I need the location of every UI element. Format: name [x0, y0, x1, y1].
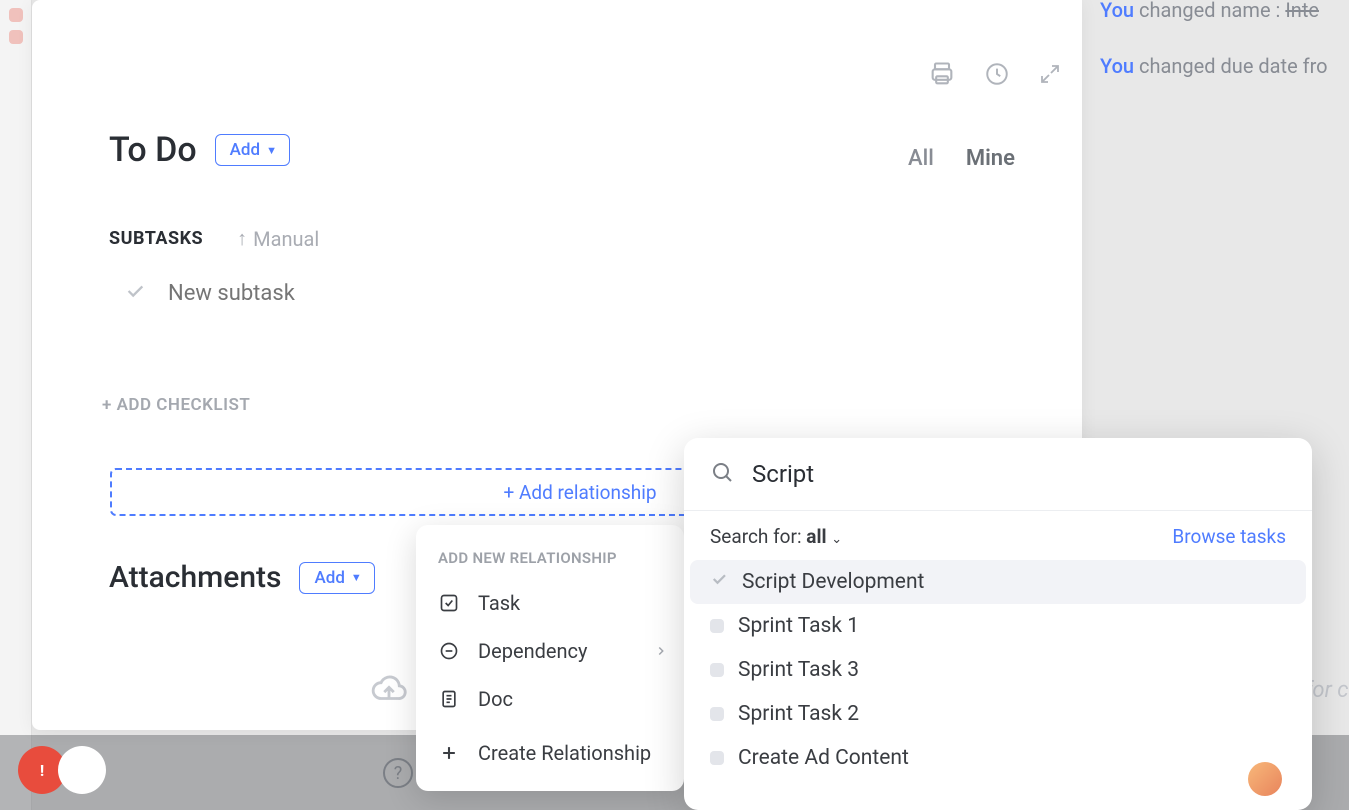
rel-item-label: Create Relationship [478, 741, 651, 765]
search-icon [710, 460, 734, 488]
activity-you: You [1100, 54, 1134, 78]
minus-circle-icon [438, 640, 460, 662]
search-results: Script Development Sprint Task 1 Sprint … [684, 556, 1312, 784]
sort-manual[interactable]: ↑ Manual [237, 226, 319, 251]
search-input[interactable] [752, 460, 1286, 488]
search-scope[interactable]: Search for: all ⌄ [710, 525, 842, 548]
attachments-add-button[interactable]: Add ▼ [299, 562, 374, 594]
result-label: Sprint Task 3 [738, 658, 859, 682]
subtasks-heading: SUBTASKS [109, 228, 203, 249]
search-result[interactable]: Create Ad Content [690, 736, 1306, 780]
rel-item-label: Doc [478, 687, 513, 711]
chevron-down-icon: ▼ [351, 571, 362, 584]
sort-label: Manual [253, 227, 319, 251]
search-popover: Search for: all ⌄ Browse tasks Script De… [684, 438, 1312, 810]
search-result[interactable]: Sprint Task 3 [690, 648, 1306, 692]
chevron-right-icon [654, 639, 668, 663]
search-result[interactable]: Script Development [690, 560, 1306, 604]
rel-item-create[interactable]: Create Relationship [416, 729, 684, 777]
upload-cloud-icon [370, 670, 408, 714]
status-square-icon [710, 707, 724, 721]
status-square-icon [710, 751, 724, 765]
relationship-menu: ADD NEW RELATIONSHIP Task Dependency Doc… [416, 525, 684, 791]
attachments-heading: Attachments [109, 560, 281, 595]
chevron-down-icon: ⌄ [831, 532, 842, 547]
rel-item-doc[interactable]: Doc [416, 675, 684, 723]
check-icon [710, 570, 728, 594]
activity-entry: You changed name : Inte [1100, 0, 1319, 22]
status-title: To Do [109, 130, 197, 170]
status-square-icon [710, 663, 724, 677]
task-checkbox-icon [438, 592, 460, 614]
result-label: Sprint Task 1 [738, 614, 859, 638]
browse-tasks-link[interactable]: Browse tasks [1172, 525, 1286, 548]
result-label: Sprint Task 2 [738, 702, 859, 726]
plus-icon [438, 742, 460, 764]
add-button-label: Add [230, 140, 260, 160]
result-label: Script Development [742, 570, 924, 594]
add-button[interactable]: Add ▼ [215, 134, 290, 166]
relationship-menu-title: ADD NEW RELATIONSHIP [416, 543, 684, 579]
tab-mine[interactable]: Mine [966, 146, 1015, 171]
expand-icon[interactable] [1038, 62, 1062, 86]
history-icon[interactable] [984, 61, 1010, 87]
print-icon[interactable] [928, 60, 956, 88]
help-icon[interactable]: ? [383, 758, 413, 788]
search-result[interactable]: Sprint Task 1 [690, 604, 1306, 648]
check-icon [124, 280, 146, 306]
rel-item-dependency[interactable]: Dependency [416, 627, 684, 675]
avatar-small[interactable] [1248, 762, 1282, 796]
search-result[interactable]: Sprint Task 2 [690, 692, 1306, 736]
new-subtask-input[interactable] [168, 281, 446, 306]
activity-you: You [1100, 0, 1134, 22]
arrow-up-icon: ↑ [237, 226, 247, 251]
status-square-icon [710, 619, 724, 633]
attachments-add-label: Add [314, 568, 344, 588]
rel-item-label: Dependency [478, 639, 587, 663]
add-checklist-button[interactable]: + ADD CHECKLIST [102, 395, 250, 415]
doc-icon [438, 688, 460, 710]
activity-entry: You changed due date fro [1100, 54, 1328, 78]
tab-all[interactable]: All [908, 146, 934, 171]
avatar-user[interactable] [58, 746, 106, 794]
result-label: Create Ad Content [738, 746, 909, 770]
activity-tabs: All Mine [908, 146, 1015, 171]
left-sidebar-strip [0, 0, 32, 810]
chevron-down-icon: ▼ [266, 144, 277, 157]
rel-item-task[interactable]: Task [416, 579, 684, 627]
rel-item-label: Task [478, 591, 520, 615]
add-relationship-label: + Add relationship [503, 481, 656, 504]
